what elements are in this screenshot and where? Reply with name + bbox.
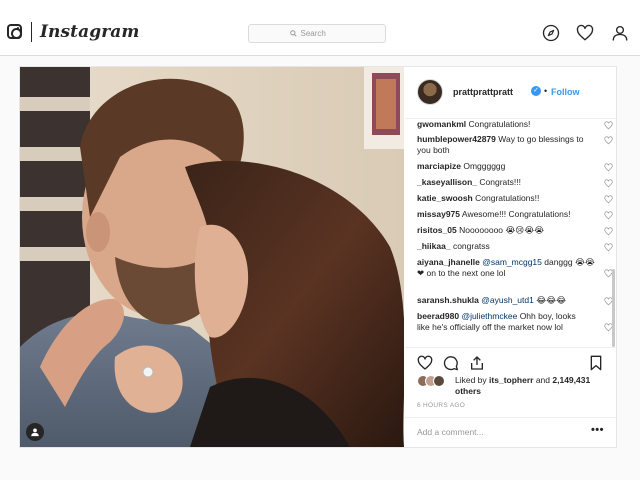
comment-mention[interactable]: @ayush_utd1: [481, 295, 534, 305]
comment-emoji: 😂😂😂: [536, 295, 567, 305]
comment-item: missay975 Awesome!!! Congratulations!: [417, 209, 599, 220]
comment-mention[interactable]: @juliethmckee: [461, 311, 517, 321]
comment-username[interactable]: gwomankml: [417, 119, 466, 129]
more-options-icon[interactable]: •••: [591, 424, 604, 436]
follow-button[interactable]: Follow: [551, 87, 580, 97]
comment-bubble-icon[interactable]: [443, 355, 459, 371]
top-nav-bar: Instagram: [0, 0, 640, 56]
search-input[interactable]: [300, 29, 345, 38]
comment-item: gwomankml Congratulations!: [417, 119, 599, 130]
comment-text: danggg: [544, 257, 573, 267]
comment-username[interactable]: _hiikaa_: [417, 241, 451, 251]
comment-mention[interactable]: @sam_mcgg15: [482, 257, 542, 267]
post-timestamp[interactable]: 6 HOURS AGO: [417, 402, 465, 409]
search-icon: [289, 30, 297, 37]
comment-item: marciapize Omgggggg: [417, 161, 599, 172]
author-username[interactable]: prattprattpratt: [453, 87, 513, 97]
liker-avatar: [433, 375, 445, 387]
comment-item: humblepower42879 Way to go blessings to …: [417, 134, 599, 156]
post-header: prattprattpratt ✓ • Follow: [405, 67, 616, 119]
comments-list: gwomankml Congratulations! humblepower42…: [405, 119, 616, 347]
comment-text: congratss: [452, 241, 490, 251]
tagged-people-icon[interactable]: [26, 423, 44, 441]
instagram-wordmark[interactable]: Instagram: [40, 22, 140, 42]
comment-text: Congrats!!!: [479, 177, 521, 187]
author-avatar[interactable]: [417, 79, 443, 105]
comment-text: Awesome!!! Congratulations!: [461, 209, 571, 219]
comment-username[interactable]: beerad980: [417, 311, 459, 321]
comment-text: Noooooooo: [459, 225, 504, 235]
post-photo[interactable]: [20, 67, 404, 447]
comment-item: _kaseyallison_ Congrats!!!: [417, 177, 599, 188]
comment-item: risitos_05 Noooooooo 😭😢😭😭: [417, 225, 599, 236]
separator-dot: •: [544, 86, 548, 96]
comment-username[interactable]: missay975: [417, 209, 460, 219]
likes-prefix: Liked by: [455, 375, 487, 385]
comment-username[interactable]: aiyana_jhanelle: [417, 257, 480, 267]
add-comment-bar: •••: [405, 417, 616, 447]
like-heart-icon[interactable]: [417, 355, 433, 371]
likes-text: Liked by its_topherr and 2,149,431 other…: [455, 375, 605, 397]
likes-and: and: [535, 375, 551, 385]
comment-username[interactable]: katie_swoosh: [417, 193, 473, 203]
comments-scrollbar[interactable]: [611, 119, 615, 347]
logo-divider: [31, 22, 32, 42]
comment-username[interactable]: _kaseyallison_: [417, 177, 477, 187]
bookmark-icon[interactable]: [588, 355, 604, 371]
explore-compass-icon[interactable]: [542, 24, 560, 42]
verified-badge-icon: ✓: [531, 86, 541, 96]
scrollbar-thumb[interactable]: [612, 269, 615, 347]
comment-username[interactable]: saransh.shukla: [417, 295, 479, 305]
likes-summary: Liked by its_topherr and 2,149,431 other…: [417, 373, 607, 399]
post-card: prattprattpratt ✓ • Follow gwomankml Con…: [19, 66, 617, 448]
activity-heart-icon[interactable]: [576, 24, 594, 42]
profile-icon[interactable]: [611, 24, 629, 42]
share-icon[interactable]: [469, 355, 485, 371]
comment-item: katie_swoosh Congratulations!!: [417, 193, 599, 204]
search-box[interactable]: [248, 24, 386, 43]
comment-text: Omgggggg: [463, 161, 506, 171]
comment-item: beerad980 @juliethmckee Ohh boy, looks l…: [417, 311, 587, 333]
comment-username[interactable]: marciapize: [417, 161, 461, 171]
comment-item: aiyana_jhanelle @sam_mcgg15 danggg 😭😭❤ o…: [417, 257, 599, 279]
comment-item: _hiikaa_ congratss: [417, 241, 599, 252]
comment-text: Congratulations!!: [475, 193, 540, 203]
comment-item: saransh.shukla @ayush_utd1 😂😂😂: [417, 295, 599, 306]
add-comment-input[interactable]: [417, 427, 577, 437]
liker-avatars[interactable]: [417, 375, 451, 387]
post-sidebar: prattprattpratt ✓ • Follow gwomankml Con…: [405, 67, 616, 447]
comment-username[interactable]: risitos_05: [417, 225, 457, 235]
comment-username[interactable]: humblepower42879: [417, 134, 496, 144]
comment-text: Congratulations!: [468, 119, 531, 129]
comment-text-continued: on to the next one lol: [426, 268, 506, 278]
liked-by-username[interactable]: its_topherr: [489, 375, 533, 385]
instagram-glyph-icon[interactable]: [7, 24, 22, 39]
comment-emoji: 😭😢😭😭: [505, 225, 545, 235]
